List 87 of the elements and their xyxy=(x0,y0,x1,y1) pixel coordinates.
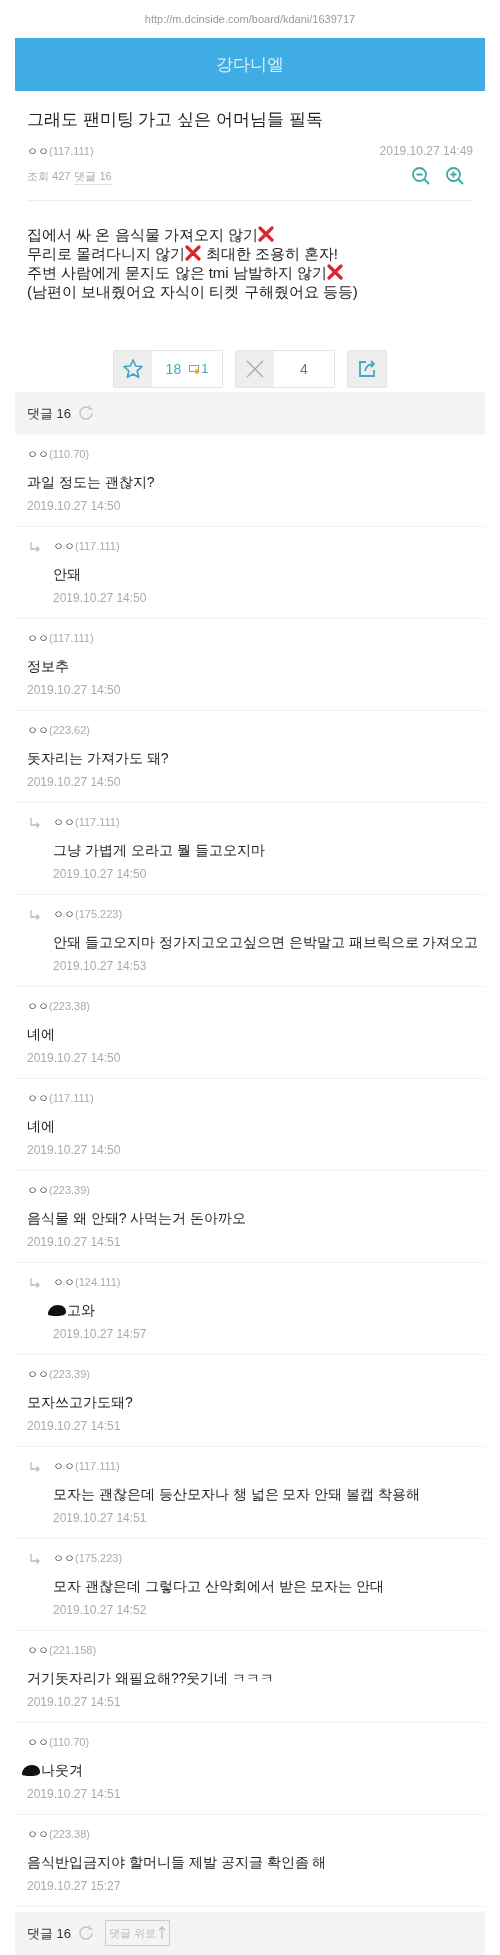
up-arrow-icon xyxy=(158,1926,167,1941)
comment-author: ㅇㅇ(117.111) xyxy=(53,1458,121,1474)
comment-text: 음식물 왜 안돼? 사먹는거 돈아까오 xyxy=(27,1208,247,1228)
comment-date: 2019.10.27 14:57 xyxy=(53,1325,147,1342)
post-body-text: 최대한 조용히 혼자! xyxy=(204,245,338,263)
post-body-text: 주변 사람에게 묻지도 않은 tmi 남발하지 않기 xyxy=(27,264,327,282)
comment-text: 고와 xyxy=(67,1300,95,1320)
comments-footer-label: 댓글 16 xyxy=(27,1924,72,1943)
board-title: 강다니엘 xyxy=(216,53,284,76)
medal-icon xyxy=(189,364,201,374)
comment-author: ㅇㅇ(223.38) xyxy=(27,998,91,1014)
star-icon xyxy=(122,358,144,381)
comment-author: ㅇㅇ(124.111) xyxy=(53,1274,122,1290)
refresh-icon[interactable] xyxy=(77,1924,96,1943)
comment-date: 2019.10.27 14:51 xyxy=(27,1693,122,1710)
dislike-button[interactable]: 4 xyxy=(235,350,335,388)
comment-author: ㅇㅇ(223.39) xyxy=(27,1366,91,1382)
comment-author: ㅇㅇ(223.62) xyxy=(27,722,91,738)
post-title: 그래도 팬미팅 가고 싶은 어머님들 필독 xyxy=(27,108,324,131)
recommend-count: 18 xyxy=(165,359,182,379)
comment-author: ㅇㅇ(223.38) xyxy=(27,1826,91,1842)
reply-arrow-icon xyxy=(29,908,41,921)
comment-date: 2019.10.27 15:27 xyxy=(27,1877,122,1894)
zoom-in-icon[interactable] xyxy=(445,166,465,187)
comment-date: 2019.10.27 14:52 xyxy=(53,1601,148,1618)
zoom-out-icon[interactable] xyxy=(411,166,431,187)
comment-author: ㅇㅇ(223.39) xyxy=(27,1182,91,1198)
reply-arrow-icon xyxy=(29,1460,41,1473)
comment-text: 모자는 괜찮은데 등산모자나 챙 넓은 모자 안돼 볼캡 착용해 xyxy=(53,1484,421,1504)
comment-author: ㅇㅇ(117.111) xyxy=(27,1090,95,1106)
comment-author: ㅇㅇ(110.70) xyxy=(27,446,91,462)
comment-author: ㅇㅇ(221.158) xyxy=(27,1642,98,1658)
comment-text: 돗자리는 가져가도 돼? xyxy=(27,748,169,768)
reply-arrow-icon xyxy=(29,540,41,553)
comment-author: ㅇㅇ(175.223) xyxy=(53,906,124,922)
comment-date: 2019.10.27 14:50 xyxy=(27,773,122,790)
comment-date: 2019.10.27 14:50 xyxy=(53,589,147,606)
comment-date: 2019.10.27 14:50 xyxy=(27,681,121,698)
comment-text: 녜에 xyxy=(27,1116,55,1136)
comment-date: 2019.10.27 14:51 xyxy=(27,1233,122,1250)
comment-text: 나웃겨 xyxy=(41,1760,83,1780)
redaction-mark xyxy=(21,1762,41,1777)
close-icon xyxy=(245,359,265,380)
comment-author: ㅇㅇ(117.111) xyxy=(27,630,95,646)
comment-author: ㅇㅇ(110.70) xyxy=(27,1734,91,1750)
reply-arrow-icon xyxy=(29,816,41,829)
comment-date: 2019.10.27 14:50 xyxy=(27,497,122,514)
comments-header-label: 댓글 16 xyxy=(27,404,72,423)
comment-text: 안돼 xyxy=(53,564,81,584)
comment-date: 2019.10.27 14:51 xyxy=(27,1785,121,1802)
x-mark-icon xyxy=(185,245,202,262)
comment-author: ㅇㅇ(117.111) xyxy=(53,538,121,554)
recommend-button[interactable]: 18 1 xyxy=(113,350,223,388)
comment-date: 2019.10.27 14:53 xyxy=(53,957,148,974)
comment-author: ㅇㅇ(117.111) xyxy=(53,814,121,830)
comment-text: 안돼 들고오지마 정가지고오고싶으면 은박말고 패브릭으로 가져오고 xyxy=(53,932,479,952)
post-body-text: 집에서 싸 온 음식물 가져오지 않기 xyxy=(27,226,258,244)
redaction-mark xyxy=(47,1302,67,1317)
view-count: 조회 427 xyxy=(27,168,71,184)
comment-date: 2019.10.27 14:50 xyxy=(53,865,148,882)
comment-date: 2019.10.27 14:51 xyxy=(53,1509,148,1526)
post-body-text: (남편이 보내줬어요 자식이 티켓 구해줬어요 등등) xyxy=(27,283,358,301)
page-url: http://m.dcinside.com/board/kdani/1639717 xyxy=(144,11,356,27)
comment-text: 그냥 가볍게 오라고 뭘 들고오지마 xyxy=(53,840,265,860)
share-button[interactable] xyxy=(347,350,387,388)
dislike-count: 4 xyxy=(300,359,308,379)
post-author: ㅇㅇ(117.111) xyxy=(27,144,94,160)
comment-date: 2019.10.27 14:50 xyxy=(27,1049,121,1066)
x-mark-icon xyxy=(327,264,343,281)
comment-text: 과일 정도는 괜찮지? xyxy=(27,472,155,492)
post-body-text: 무리로 몰려다니지 않기 xyxy=(27,245,186,263)
comment-text: 음식반입금지야 할머니들 제발 공지글 확인좀 해 xyxy=(27,1852,327,1872)
special-recommend-count: 1 xyxy=(201,360,209,379)
comment-text: 녜에 xyxy=(27,1024,55,1044)
comment-date: 2019.10.27 14:51 xyxy=(27,1417,122,1434)
post-date: 2019.10.27 14:49 xyxy=(379,143,473,161)
comment-date: 2019.10.27 14:50 xyxy=(27,1141,121,1158)
comment-text: 모자쓰고가도돼? xyxy=(27,1392,133,1412)
reply-arrow-icon xyxy=(29,1552,41,1565)
comment-text: 정보추 xyxy=(27,656,69,676)
x-mark-icon xyxy=(257,226,274,243)
comment-text: 거기돗자리가 왜필요해??웃기네 ㅋㅋㅋ xyxy=(27,1668,275,1688)
comment-author: ㅇㅇ(175.223) xyxy=(53,1550,124,1566)
comment-text: 모자 괜찮은데 그렇다고 산악회에서 받은 모자는 안대 xyxy=(53,1576,385,1596)
comment-count-link[interactable]: 댓글 16 xyxy=(74,167,112,186)
refresh-icon[interactable] xyxy=(77,404,96,423)
reply-arrow-icon xyxy=(29,1276,41,1289)
